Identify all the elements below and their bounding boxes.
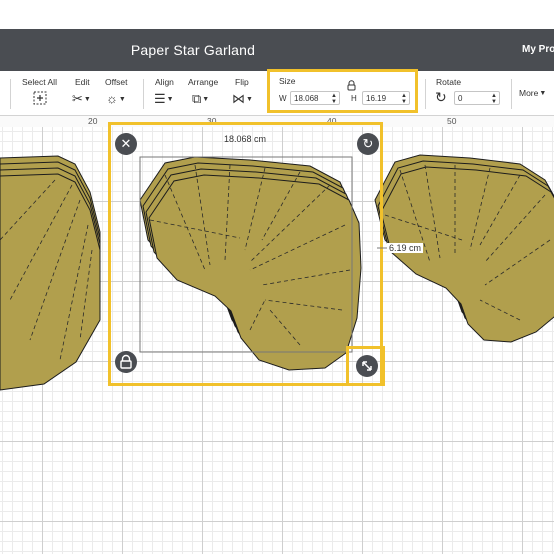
close-icon[interactable]: ✕ bbox=[115, 133, 137, 155]
star-shape-left[interactable] bbox=[0, 155, 101, 391]
width-dimension-label: 18.068 cm bbox=[224, 134, 267, 144]
height-dimension-label: 6.19 cm bbox=[387, 243, 424, 253]
canvas-shapes bbox=[0, 122, 554, 391]
rotate-icon[interactable]: ↻ bbox=[357, 133, 379, 155]
resize-icon[interactable] bbox=[356, 355, 378, 377]
lock-icon[interactable] bbox=[115, 351, 137, 373]
star-shape-selected[interactable] bbox=[139, 156, 362, 371]
